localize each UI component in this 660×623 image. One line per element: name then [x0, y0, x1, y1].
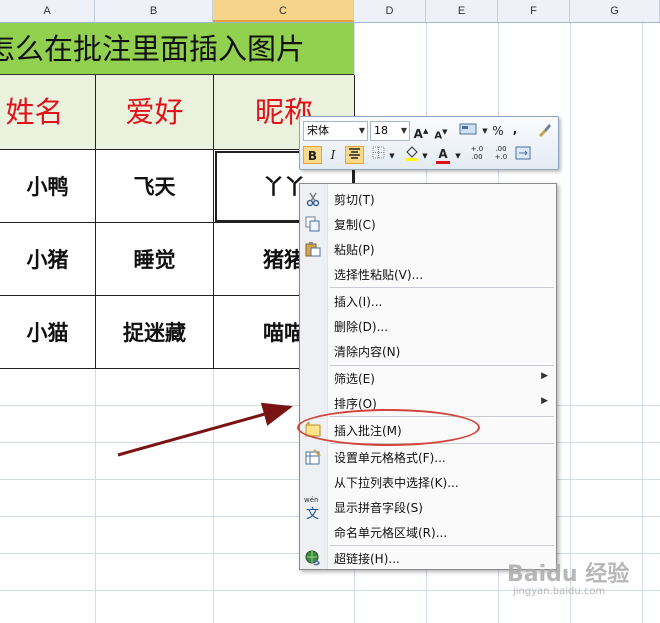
watermark: Baidu 经验 jingyan.baidu.com [507, 556, 629, 597]
font-color-button[interactable]: A [435, 145, 451, 164]
grow-font-button[interactable]: A▲ [413, 122, 429, 141]
menu-item-label: 插入(I)... [334, 295, 383, 309]
accounting-format-button[interactable] [457, 122, 479, 140]
menu-item-define-name[interactable]: 命名单元格区域(R)... [300, 520, 556, 544]
menu-item-cut[interactable]: 剪切(T) [300, 187, 556, 211]
menu-item-filter[interactable]: 筛选(E) ▶ [300, 366, 556, 390]
menu-item-label: 粘贴(P) [334, 243, 375, 257]
comma-button[interactable]: , [510, 120, 520, 138]
font-color-label: A [438, 147, 448, 161]
center-align-button[interactable] [345, 146, 364, 164]
merge-cells-icon [515, 146, 531, 160]
menu-item-label: 显示拼音字段(S) [334, 501, 423, 515]
accounting-icon [459, 123, 477, 135]
menu-item-pick-from-list[interactable]: 从下拉列表中选择(K)... [300, 470, 556, 494]
borders-button[interactable] [370, 146, 386, 164]
menu-item-copy[interactable]: 复制(C) [300, 212, 556, 236]
chevron-down-icon[interactable]: ▼ [481, 122, 489, 140]
watermark-main: Baidu 经验 [507, 562, 630, 587]
menu-item-label: 设置单元格格式(F)... [334, 451, 446, 465]
menu-item-label: 清除内容(N) [334, 345, 401, 359]
chevron-down-icon: ▼ [400, 126, 407, 135]
percent-button[interactable]: % [491, 122, 505, 140]
menu-item-label: 选择性粘贴(V)... [334, 268, 424, 282]
fill-color-button[interactable] [403, 146, 419, 164]
menu-item-paste[interactable]: 粘贴(P) [300, 237, 556, 261]
font-size-value: 18 [374, 124, 388, 137]
context-menu: 剪切(T) 复制(C) 粘贴(P) 选择性粘贴(V)... 插入(I)... 删… [299, 183, 557, 570]
font-size-combo[interactable]: 18 ▼ [370, 121, 410, 141]
bold-button[interactable]: B [303, 146, 322, 164]
menu-item-label: 复制(C) [334, 218, 376, 232]
shrink-font-button[interactable]: A▼ [433, 123, 449, 141]
brush-icon [539, 124, 551, 137]
increase-decimal-button[interactable]: +.0 .00 [466, 145, 488, 163]
menu-item-show-phonetic[interactable]: wén 文 显示拼音字段(S) [300, 495, 556, 522]
font-name-value: 宋体 [307, 124, 329, 137]
paste-icon [305, 241, 321, 257]
menu-item-label: 命名单元格区域(R)... [334, 526, 448, 540]
submenu-arrow-icon: ▶ [541, 396, 548, 406]
menu-item-insert[interactable]: 插入(I)... [300, 289, 556, 313]
menu-item-label: 超链接(H)... [334, 552, 400, 566]
chevron-down-icon[interactable]: ▼ [454, 147, 462, 165]
paint-bucket-icon [405, 146, 418, 161]
mini-toolbar: 宋体 ▼ 18 ▼ A▲ A▼ ▼ % , B I ▼ ▼ A ▼ +.0 .0… [299, 116, 559, 170]
scissors-icon [305, 191, 321, 207]
menu-item-delete[interactable]: 删除(D)... [300, 314, 556, 338]
submenu-arrow-icon: ▶ [541, 371, 548, 381]
phonetic-icon: wén 文 [304, 496, 324, 522]
menu-separator [330, 287, 554, 288]
menu-item-format-cells[interactable]: 设置单元格格式(F)... [300, 445, 556, 469]
annotation-ellipse [297, 409, 480, 446]
decrease-decimal-button[interactable]: .00 +.0 [490, 145, 512, 163]
border-icon [372, 146, 384, 159]
chevron-down-icon[interactable]: ▼ [388, 147, 396, 165]
menu-item-label: 删除(D)... [334, 320, 389, 334]
format-cells-icon [305, 449, 321, 465]
italic-button[interactable]: I [325, 146, 341, 164]
copy-icon [305, 216, 321, 232]
menu-item-clear-contents[interactable]: 清除内容(N) [300, 339, 556, 363]
chevron-down-icon[interactable]: ▼ [421, 147, 429, 165]
font-name-combo[interactable]: 宋体 ▼ [303, 121, 368, 141]
font-color-swatch [436, 161, 450, 164]
format-painter-button[interactable] [535, 121, 553, 139]
align-center-icon [349, 148, 360, 159]
watermark-sub: jingyan.baidu.com [513, 586, 606, 597]
menu-item-paste-special[interactable]: 选择性粘贴(V)... [300, 262, 556, 286]
chevron-down-icon: ▼ [358, 126, 365, 135]
menu-item-label: 筛选(E) [334, 372, 375, 386]
hyperlink-icon [305, 550, 321, 566]
menu-item-label: 从下拉列表中选择(K)... [334, 476, 459, 490]
merge-center-button[interactable] [514, 146, 532, 164]
menu-item-label: 剪切(T) [334, 193, 375, 207]
